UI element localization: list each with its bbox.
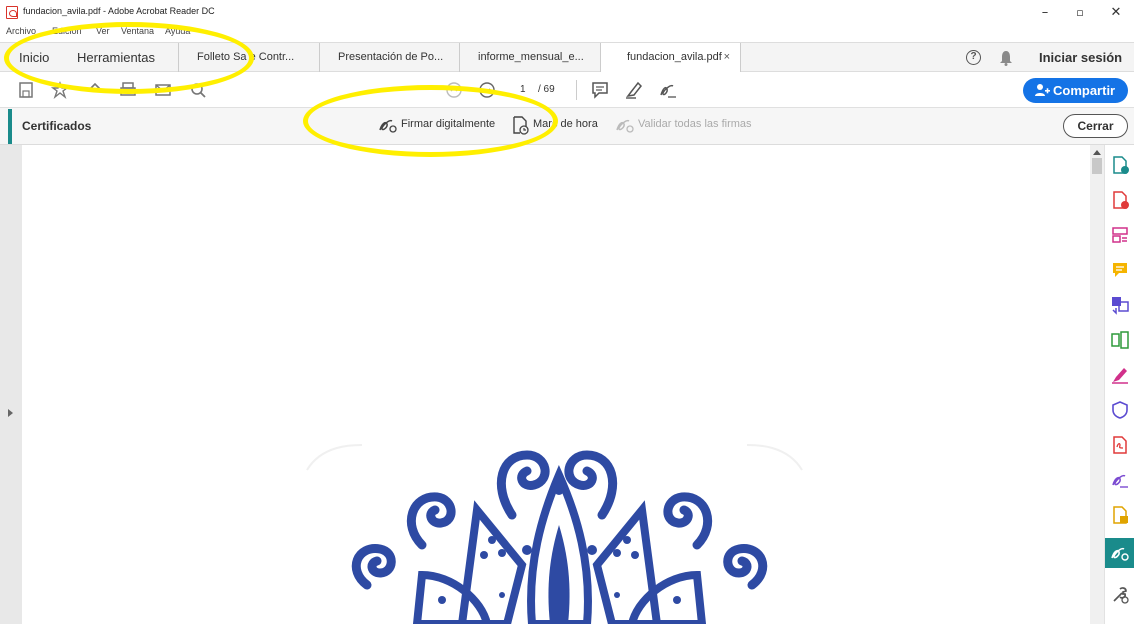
close-window-button[interactable]: ✕ (1101, 4, 1131, 22)
sign-in-link[interactable]: Iniciar sesión (1039, 50, 1122, 65)
protect-icon[interactable] (1110, 400, 1130, 420)
certificates-tool-active[interactable] (1105, 538, 1134, 568)
help-icon[interactable]: ? (966, 50, 981, 65)
upload-icon[interactable] (85, 80, 105, 100)
title-bar: fundacion_avila.pdf - Adobe Acrobat Read… (0, 0, 1134, 26)
left-panel-toggle[interactable] (0, 145, 22, 624)
email-icon[interactable] (153, 80, 173, 100)
document-tab-label: Folleto Sa e Contr... (197, 51, 295, 63)
page-number-input[interactable]: 1 (520, 84, 526, 95)
tab-inicio[interactable]: Inicio (19, 50, 49, 65)
print-icon[interactable] (118, 80, 138, 100)
document-area (0, 145, 1134, 628)
digital-sign-icon (379, 119, 397, 133)
certificates-title: Certificados (22, 119, 92, 133)
scroll-up-arrow-icon[interactable] (1093, 150, 1101, 155)
share-label: Compartir (1053, 83, 1116, 98)
bookmark-star-icon[interactable] (50, 80, 70, 100)
highlight-pen-icon[interactable] (624, 80, 644, 100)
comment-icon[interactable] (590, 80, 610, 100)
toolbar: 1 / 69 Compartir (0, 72, 1134, 108)
edit-pdf-icon[interactable] (1110, 435, 1130, 455)
document-tab-active[interactable]: fundacion_avila.pdf × (600, 43, 741, 72)
save-icon[interactable] (16, 80, 36, 100)
bell-icon[interactable] (999, 50, 1013, 66)
menu-ayuda[interactable]: Ayuda (165, 26, 190, 36)
document-tab-label: informe_mensual_e... (478, 51, 584, 63)
menu-edicion[interactable]: Edición (52, 26, 82, 36)
search-icon[interactable] (188, 80, 208, 100)
marca-de-hora-button[interactable]: Marc de hora (533, 118, 598, 130)
share-button[interactable]: Compartir (1023, 78, 1128, 103)
previous-page-icon[interactable] (444, 80, 464, 100)
pdf-page[interactable] (22, 145, 1090, 628)
sign-icon[interactable] (658, 80, 678, 100)
timestamp-icon (513, 116, 529, 135)
firmar-digitalmente-button[interactable]: Firmar digitalmente (401, 118, 495, 130)
add-person-icon (1035, 84, 1050, 96)
expand-arrow-icon (8, 409, 13, 417)
toolbar-divider (576, 80, 577, 100)
send-for-signature-icon[interactable] (1110, 470, 1130, 490)
tab-bar: Inicio Herramientas Folleto Sa e Contr..… (0, 42, 1134, 72)
document-tab[interactable]: Folleto Sa e Contr... (178, 43, 319, 72)
tools-right-panel (1104, 145, 1134, 624)
validar-todas-las-firmas-button[interactable]: Validar todas las firmas (638, 118, 752, 130)
window-title: fundacion_avila.pdf - Adobe Acrobat Read… (23, 6, 215, 16)
acrobat-app-icon (6, 6, 18, 19)
document-tab[interactable]: informe_mensual_e... (459, 43, 600, 72)
add-pdf-icon[interactable] (1110, 190, 1130, 210)
fill-sign-icon[interactable] (1110, 365, 1130, 385)
next-page-icon[interactable] (477, 80, 497, 100)
create-pdf-icon[interactable] (1110, 155, 1130, 175)
more-tools-icon[interactable] (1110, 585, 1130, 605)
organize-pages-icon[interactable] (1110, 225, 1130, 245)
menu-ver[interactable]: Ver (96, 26, 110, 36)
maximize-button[interactable]: ▫ (1065, 4, 1095, 22)
close-tab-icon[interactable]: × (724, 43, 730, 72)
menu-bar: Archivo Edición Ver Ventana Ayuda (0, 26, 400, 40)
validate-signatures-icon (616, 119, 634, 133)
active-tool-accent (8, 109, 12, 144)
document-tab-label: Presentación de Po... (338, 51, 444, 63)
menu-archivo[interactable]: Archivo (6, 26, 36, 36)
minimize-button[interactable]: – (1030, 4, 1060, 22)
mandala-illustration (306, 444, 803, 628)
certificates-icon (1111, 547, 1129, 561)
certificates-toolbar: Certificados Firmar digitalmente Marc de… (0, 108, 1134, 145)
combine-files-icon[interactable] (1110, 330, 1130, 350)
export-pdf-icon[interactable] (1110, 295, 1130, 315)
vertical-scrollbar[interactable] (1090, 145, 1104, 624)
document-tab-label: fundacion_avila.pdf (627, 51, 722, 63)
request-signature-icon[interactable] (1110, 505, 1130, 525)
page-total: / 69 (538, 84, 555, 95)
close-certificates-button[interactable]: Cerrar (1063, 114, 1128, 138)
scrollbar-thumb[interactable] (1092, 158, 1102, 174)
comment-icon[interactable] (1110, 260, 1130, 280)
document-tab[interactable]: Presentación de Po... (319, 43, 459, 72)
menu-ventana[interactable]: Ventana (121, 26, 154, 36)
tab-herramientas[interactable]: Herramientas (77, 50, 155, 65)
